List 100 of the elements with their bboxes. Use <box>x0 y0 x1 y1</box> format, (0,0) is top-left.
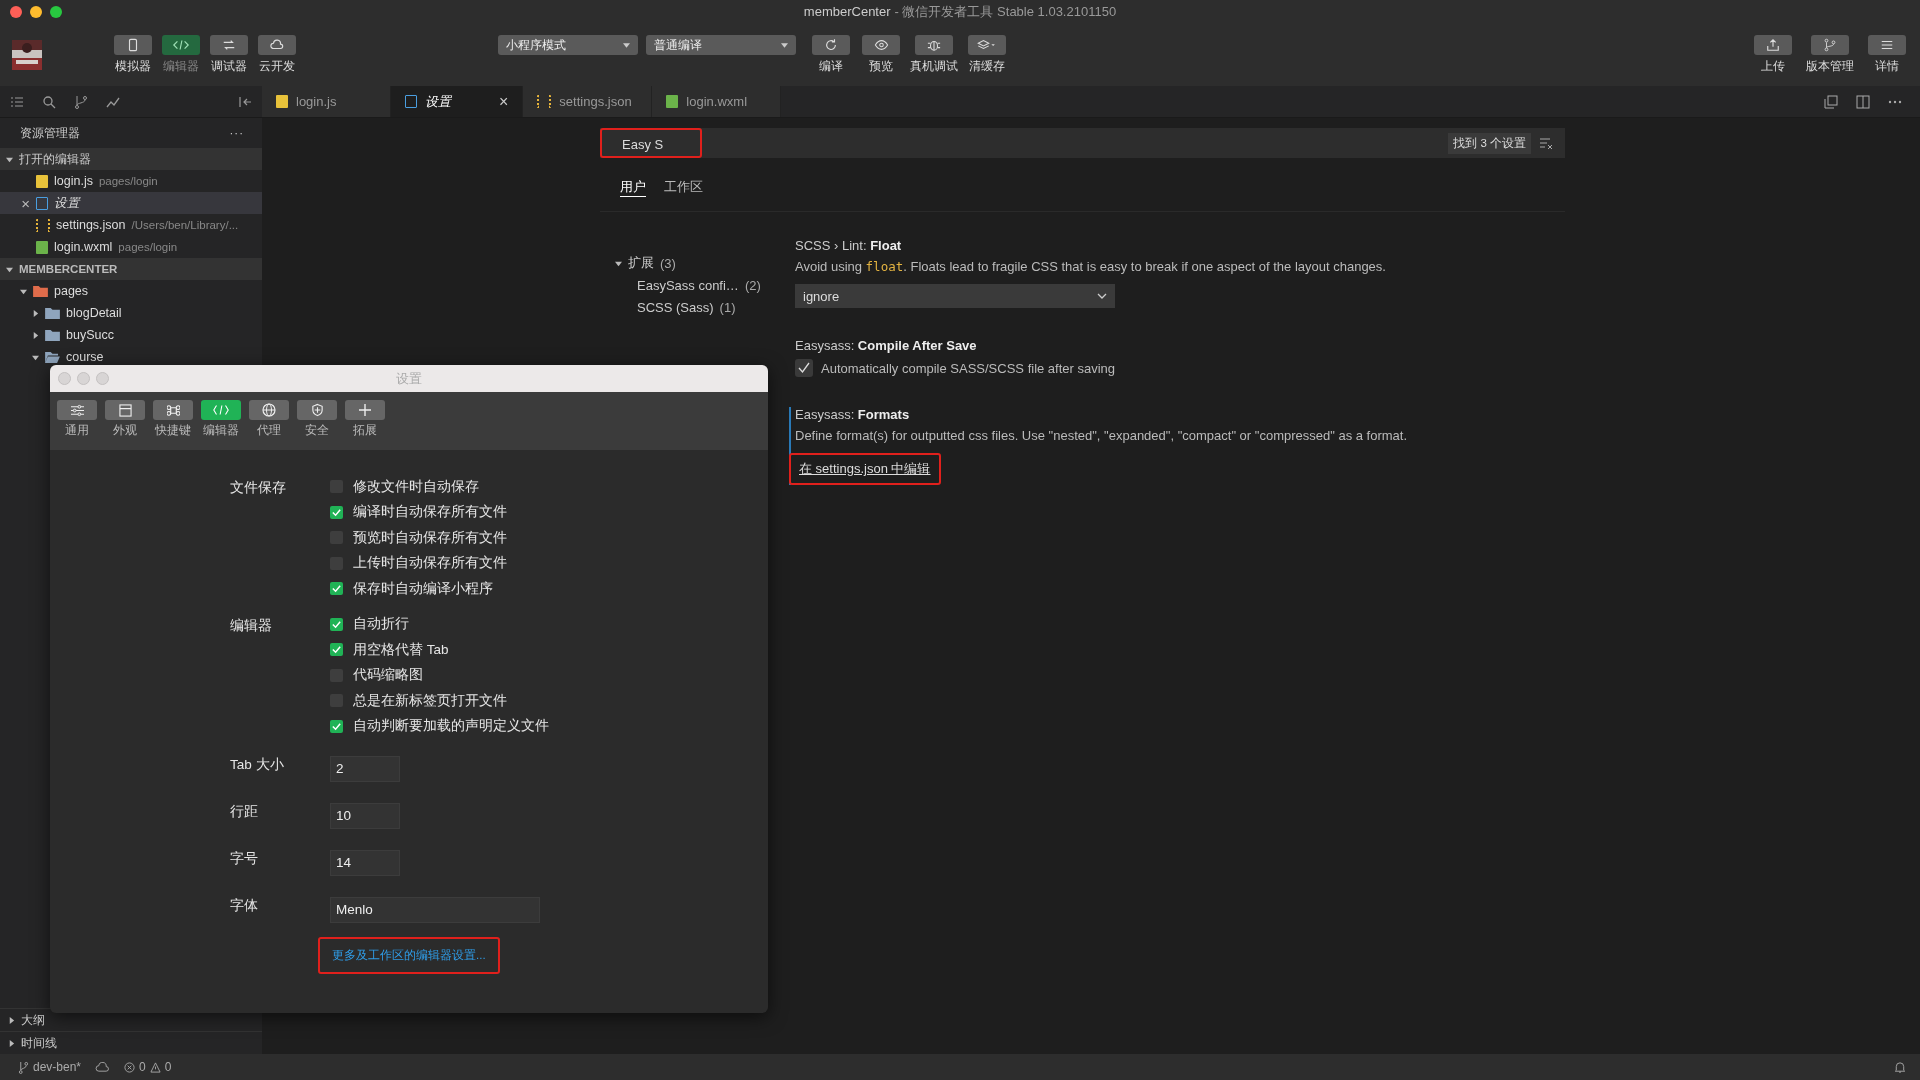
toc-item[interactable]: 扩展 (3) <box>615 252 793 274</box>
toolbar-button[interactable]: 版本管理 <box>1806 35 1854 75</box>
editor-tab[interactable]: login.js <box>262 86 391 117</box>
file-name: 设置 <box>54 194 80 212</box>
toolbar-button[interactable]: 云开发 <box>256 35 298 75</box>
upload-icon <box>1766 38 1780 52</box>
preference-tab[interactable]: 通用 <box>57 400 97 450</box>
explorer-icon[interactable] <box>10 94 24 109</box>
zoom-button[interactable] <box>50 6 62 18</box>
checkbox[interactable] <box>330 505 343 519</box>
preference-tab[interactable]: 外观 <box>105 400 145 450</box>
open-editor-item[interactable]: login.wxml pages/login <box>0 236 262 258</box>
open-editor-item[interactable]: × 设置 <box>0 192 262 214</box>
branch-icon[interactable] <box>18 1060 29 1074</box>
preference-tab[interactable]: 拓展 <box>345 400 385 450</box>
file-icon <box>36 240 48 254</box>
more-icon[interactable] <box>1888 99 1902 104</box>
search-field[interactable]: Easy S <box>600 128 702 158</box>
close-tab-button[interactable]: × <box>499 92 509 111</box>
split-editor-icon[interactable] <box>1856 94 1870 109</box>
file-icon <box>666 95 679 108</box>
folder-icon <box>45 351 60 363</box>
toc-item[interactable]: EasySass confi… (2) <box>615 274 793 296</box>
edit-in-settings-link[interactable]: 在 settings.json 中编辑 <box>789 453 941 485</box>
toolbar-button[interactable]: 预览 <box>860 35 902 75</box>
caret-icon <box>781 42 788 48</box>
toolbar-button[interactable]: 上传 <box>1752 35 1794 75</box>
window-subtitle: - 微信开发者工具 Stable 1.03.2101150 <box>894 4 1117 19</box>
preference-tab[interactable]: 安全 <box>297 400 337 450</box>
editor-tab[interactable]: login.wxml <box>652 86 782 117</box>
editor-tab[interactable]: settings.json <box>523 86 653 117</box>
open-editor-item[interactable]: settings.json /Users/ben/Library/... <box>0 214 262 236</box>
group-label: 文件保存 <box>230 479 287 497</box>
checkbox-label: 自动折行 <box>353 615 409 634</box>
tree-item[interactable]: course <box>0 346 262 368</box>
more-button[interactable]: ··· <box>229 127 244 139</box>
layers-icon <box>977 38 997 52</box>
folder-name: pages <box>54 284 89 298</box>
input-field[interactable]: 14 <box>330 849 400 876</box>
branch-icon[interactable] <box>74 94 88 109</box>
copy-icon[interactable] <box>1824 94 1838 109</box>
preference-tab[interactable]: 快捷键 <box>153 400 193 450</box>
scope-tab[interactable]: 工作区 <box>664 178 703 197</box>
error-icon[interactable] <box>124 1061 136 1073</box>
tree-item[interactable]: blogDetail <box>0 302 262 324</box>
tree-item[interactable]: buySucc <box>0 324 262 346</box>
input-field[interactable]: Menlo <box>330 896 540 923</box>
collapse-icon[interactable] <box>238 94 252 109</box>
caret-icon <box>8 1039 15 1047</box>
toolbar-button[interactable]: 清缓存 <box>966 35 1008 75</box>
minimize-button[interactable] <box>30 6 42 18</box>
more-settings-link[interactable]: 更多及工作区的编辑器设置... <box>318 937 500 974</box>
scope-tab[interactable]: 用户 <box>620 178 646 197</box>
preference-tab[interactable]: 编辑器 <box>201 400 241 450</box>
close-button[interactable] <box>10 6 22 18</box>
warning-icon[interactable] <box>149 1061 161 1073</box>
search-icon[interactable] <box>42 94 56 109</box>
bell-icon[interactable] <box>1894 1060 1906 1074</box>
checkbox-label: 自动判断要加载的声明定义文件 <box>353 717 549 736</box>
file-icon <box>276 95 288 108</box>
error-count[interactable]: 0 <box>139 1060 146 1074</box>
mode-dropdown[interactable]: 小程序模式 <box>498 35 638 55</box>
file-icon <box>36 218 50 232</box>
tree-item[interactable]: pages <box>0 280 262 302</box>
open-editor-item[interactable]: login.js pages/login <box>0 170 262 192</box>
toolbar-button[interactable]: 编辑器 <box>160 35 202 75</box>
field-label: Tab 大小 <box>230 756 285 774</box>
setting-title: Easysass: Formats <box>795 407 911 422</box>
checkbox[interactable] <box>330 617 343 631</box>
dialog-title: 设置 <box>396 369 422 388</box>
branch-status[interactable]: dev-ben* <box>33 1060 82 1074</box>
input-field[interactable]: 10 <box>330 802 400 829</box>
caret-icon <box>623 42 630 48</box>
editor-tab[interactable]: 设置 × <box>391 86 524 117</box>
checkbox[interactable] <box>330 643 343 657</box>
toolbar-button[interactable]: 编译 <box>810 35 852 75</box>
globe-icon <box>262 403 276 417</box>
cloud-sync-icon[interactable] <box>95 1061 111 1073</box>
preference-tab[interactable]: 代理 <box>249 400 289 450</box>
toolbar-button[interactable]: 模拟器 <box>112 35 154 75</box>
toolbar-button[interactable]: 详情 <box>1866 35 1908 75</box>
shield-icon <box>310 403 324 417</box>
toolbar-button[interactable]: 真机调试 <box>910 35 958 75</box>
checkbox[interactable] <box>795 359 813 377</box>
compile-dropdown[interactable]: 普通编译 <box>646 35 796 55</box>
folder-name: blogDetail <box>66 306 122 320</box>
warning-count[interactable]: 0 <box>164 1060 172 1074</box>
checkbox-label: 编译时自动保存所有文件 <box>353 503 507 522</box>
value-dropdown[interactable]: ignore <box>795 284 1115 308</box>
input-field[interactable]: 2 <box>330 755 400 782</box>
section-header[interactable]: MEMBERCENTER <box>0 258 262 280</box>
caret-icon <box>8 1016 15 1024</box>
section-header[interactable]: 打开的编辑器 <box>0 148 262 170</box>
clear-filter-icon[interactable] <box>1539 137 1553 149</box>
checkbox[interactable] <box>330 719 343 733</box>
checkbox[interactable] <box>330 582 343 596</box>
toc-item[interactable]: SCSS (Sass) (1) <box>615 296 793 318</box>
checkbox-label: 总是在新标签页打开文件 <box>353 691 507 710</box>
close-editor-button[interactable]: × <box>21 194 30 212</box>
toolbar-button[interactable]: 调试器 <box>208 35 250 75</box>
